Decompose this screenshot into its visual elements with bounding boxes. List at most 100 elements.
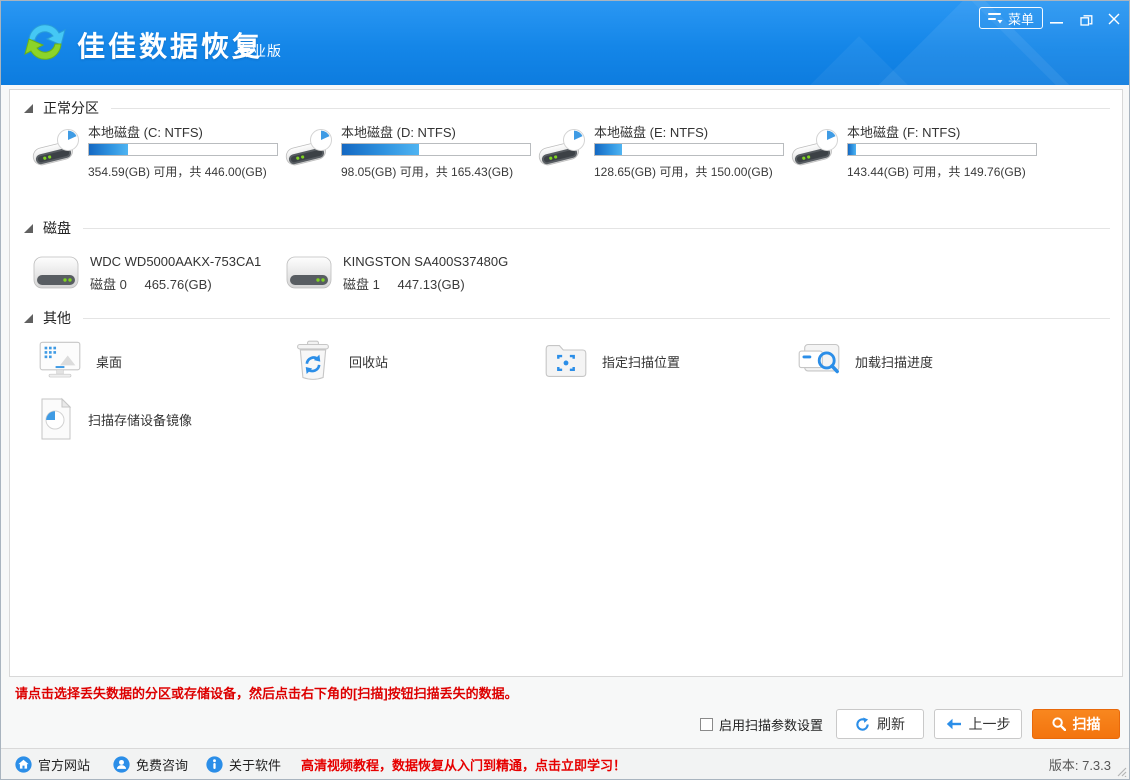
device-image-label: 扫描存储设备镜像 [88, 410, 192, 429]
partition-usage-bar [88, 143, 278, 156]
free-consult-label: 免费咨询 [136, 755, 188, 774]
scan-params-label: 启用扫描参数设置 [719, 715, 823, 734]
about-software-label: 关于软件 [229, 755, 281, 774]
scan-location-icon [544, 339, 588, 383]
header-decoration [774, 36, 944, 85]
app-title: 佳佳数据恢复 [77, 25, 263, 65]
partition-usage-fill [342, 144, 419, 155]
section-partitions-title: 正常分区 [43, 98, 99, 118]
menu-button[interactable]: 菜单 [979, 7, 1043, 29]
collapse-triangle-icon[interactable] [24, 104, 33, 113]
device-panel: 正常分区 本地磁盘 (C: NTFS) [9, 89, 1123, 677]
app-logo-icon [19, 16, 71, 68]
partition-list: 本地磁盘 (C: NTFS) 354.59(GB) 可用，共 446.00(GB… [32, 122, 1044, 188]
scan-magnifier-icon [1052, 717, 1066, 731]
free-consult-link[interactable]: 免费咨询 [113, 749, 188, 779]
partition-drive-icon [285, 128, 337, 176]
partition-usage-fill [595, 144, 622, 155]
back-button[interactable]: 上一步 [934, 709, 1022, 739]
load-progress-item[interactable]: 加载扫描进度 [791, 338, 1044, 384]
minimize-icon [1050, 14, 1063, 25]
disk-model: KINGSTON SA400S37480G [343, 254, 508, 269]
disk-info: 磁盘 0 465.76(GB) [90, 274, 212, 293]
scan-location-item[interactable]: 指定扫描位置 [538, 338, 791, 384]
version-label: 版本: 7.3.3 [1049, 749, 1111, 779]
back-label: 上一步 [969, 714, 1011, 734]
refresh-icon [855, 717, 870, 732]
recycle-bin-label: 回收站 [349, 352, 388, 371]
disk-item-1[interactable]: KINGSTON SA400S37480G 磁盘 1 447.13(GB) [285, 252, 538, 298]
status-bar: 官方网站 免费咨询 关于软件 高清视频教程，数据恢复从入门到精通，点击立即学习！… [1, 748, 1129, 779]
section-divider [83, 228, 1110, 229]
close-button[interactable] [1101, 9, 1127, 29]
section-divider [83, 318, 1110, 319]
partition-drive-icon [32, 128, 84, 176]
hint-text: 请点击选择丢失数据的分区或存储设备，然后点击右下角的[扫描]按钮扫描丢失的数据。 [15, 683, 518, 702]
partition-name: 本地磁盘 (C: NTFS) [88, 122, 203, 141]
partition-usage-fill [89, 144, 128, 155]
partition-usage-bar [594, 143, 784, 156]
partition-name: 本地磁盘 (F: NTFS) [847, 122, 960, 141]
official-site-label: 官方网站 [38, 755, 90, 774]
partition-usage-bar [341, 143, 531, 156]
load-progress-icon [797, 339, 841, 383]
scan-location-label: 指定扫描位置 [602, 352, 680, 371]
minimize-button[interactable] [1043, 9, 1069, 29]
partition-item-e[interactable]: 本地磁盘 (E: NTFS) 128.65(GB) 可用，共 150.00(GB… [538, 122, 791, 188]
collapse-triangle-icon[interactable] [24, 314, 33, 323]
control-row: 启用扫描参数设置 刷新 上一步 扫描 [1, 709, 1129, 739]
chat-icon [113, 756, 130, 773]
partition-detail: 143.44(GB) 可用，共 149.76(GB) [847, 163, 1026, 180]
disk-index-label: 磁盘 0 [90, 277, 127, 292]
app-edition-label: 专业版 [237, 41, 282, 61]
section-others-title: 其他 [43, 308, 71, 328]
refresh-label: 刷新 [877, 714, 905, 734]
official-site-link[interactable]: 官方网站 [15, 749, 90, 779]
maximize-icon [1080, 13, 1093, 26]
physical-disk-icon [32, 254, 80, 294]
refresh-button[interactable]: 刷新 [836, 709, 924, 739]
disk-size: 465.76(GB) [144, 277, 211, 292]
promo-link[interactable]: 高清视频教程，数据恢复从入门到精通，点击立即学习！ [301, 749, 626, 779]
partition-name: 本地磁盘 (E: NTFS) [594, 122, 708, 141]
desktop-label: 桌面 [96, 352, 122, 371]
close-icon [1108, 13, 1120, 25]
about-software-link[interactable]: 关于软件 [206, 749, 281, 779]
partition-item-d[interactable]: 本地磁盘 (D: NTFS) 98.05(GB) 可用，共 165.43(GB) [285, 122, 538, 188]
home-icon [15, 756, 32, 773]
partition-name: 本地磁盘 (D: NTFS) [341, 122, 456, 141]
maximize-button[interactable] [1073, 9, 1099, 29]
section-disks-title: 磁盘 [43, 218, 71, 238]
partition-item-c[interactable]: 本地磁盘 (C: NTFS) 354.59(GB) 可用，共 446.00(GB… [32, 122, 285, 188]
collapse-triangle-icon[interactable] [24, 224, 33, 233]
partition-usage-fill [848, 144, 856, 155]
scan-button[interactable]: 扫描 [1032, 709, 1120, 739]
others-list-row2: 扫描存储设备镜像 [32, 396, 285, 442]
app-window: 佳佳数据恢复 专业版 菜单 [0, 0, 1130, 780]
menu-button-label: 菜单 [1008, 9, 1034, 28]
partition-usage-bar [847, 143, 1037, 156]
back-arrow-icon [946, 718, 962, 730]
menu-icon [988, 12, 1003, 24]
disk-index-label: 磁盘 1 [343, 277, 380, 292]
section-divider [111, 108, 1110, 109]
device-image-item[interactable]: 扫描存储设备镜像 [32, 396, 285, 442]
partition-item-f[interactable]: 本地磁盘 (F: NTFS) 143.44(GB) 可用，共 149.76(GB… [791, 122, 1044, 188]
partition-detail: 354.59(GB) 可用，共 446.00(GB) [88, 163, 267, 180]
checkbox-icon[interactable] [700, 718, 713, 731]
disk-info: 磁盘 1 447.13(GB) [343, 274, 465, 293]
title-bar: 佳佳数据恢复 专业版 菜单 [1, 1, 1129, 85]
section-partitions-header: 正常分区 [24, 98, 1110, 118]
scan-params-checkbox[interactable]: 启用扫描参数设置 [700, 709, 823, 739]
resize-grip[interactable] [1117, 767, 1127, 777]
section-disks-header: 磁盘 [24, 218, 1110, 238]
section-others-header: 其他 [24, 308, 1110, 328]
desktop-item[interactable]: 桌面 [32, 338, 285, 384]
scan-label: 扫描 [1073, 714, 1101, 734]
partition-drive-icon [791, 128, 843, 176]
device-image-icon [38, 397, 74, 441]
partition-drive-icon [538, 128, 590, 176]
partition-detail: 128.65(GB) 可用，共 150.00(GB) [594, 163, 773, 180]
recycle-bin-item[interactable]: 回收站 [285, 338, 538, 384]
disk-item-0[interactable]: WDC WD5000AAKX-753CA1 磁盘 0 465.76(GB) [32, 252, 285, 298]
